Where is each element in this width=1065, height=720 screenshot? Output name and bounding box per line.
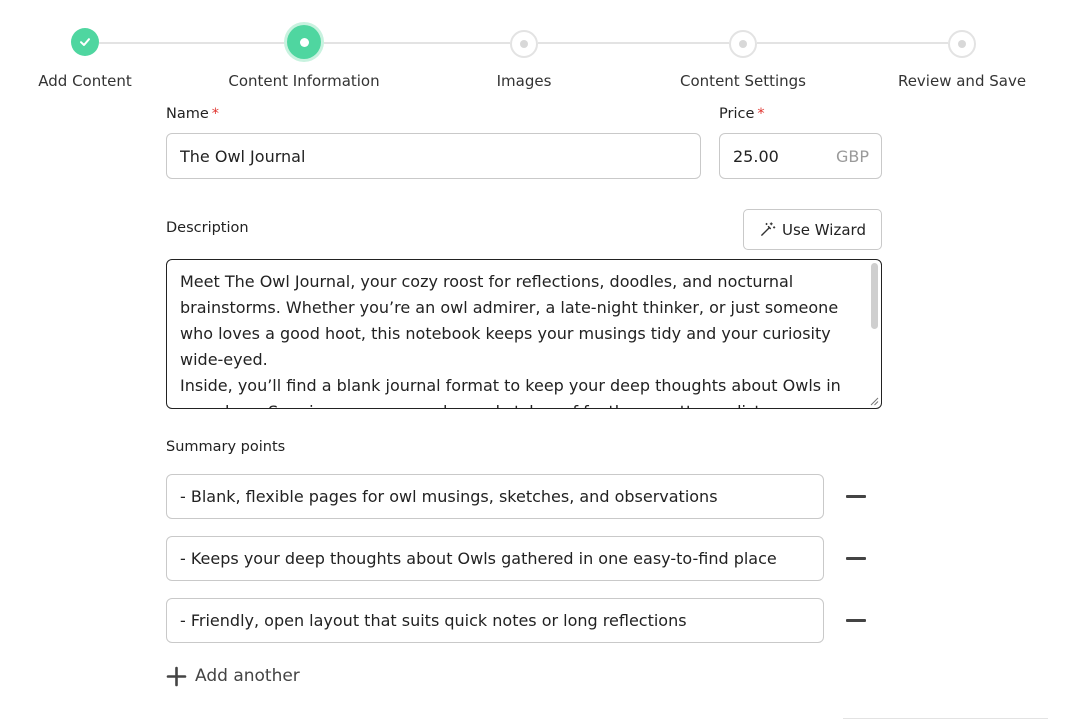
name-input[interactable]: [167, 134, 700, 178]
magic-wand-icon: [761, 222, 776, 236]
remove-summary-point-button[interactable]: [844, 484, 868, 508]
add-another-label: Add another: [195, 666, 300, 686]
step-add-content-check-icon[interactable]: [71, 28, 99, 56]
required-asterisk: *: [757, 106, 765, 122]
required-asterisk: *: [211, 106, 220, 122]
minus-icon: [846, 494, 866, 498]
step-label-content-information[interactable]: Content Information: [228, 72, 379, 90]
description-text[interactable]: Meet The Owl Journal, your cozy roost fo…: [167, 260, 881, 408]
stepper-connector: [538, 42, 729, 44]
stepper-connector: [99, 42, 287, 44]
use-wizard-button[interactable]: Use Wizard: [743, 209, 882, 250]
step-label-add-content[interactable]: Add Content: [38, 72, 131, 90]
remove-summary-point-button[interactable]: [844, 608, 868, 632]
summary-point-input-2[interactable]: [167, 537, 823, 580]
minus-icon: [846, 618, 866, 622]
add-another-button[interactable]: Add another: [166, 662, 300, 690]
price-input[interactable]: [720, 134, 836, 178]
step-label-review-save[interactable]: Review and Save: [898, 72, 1026, 90]
description-label: Description: [166, 220, 249, 236]
progress-stepper: Add Content Content Information Images C…: [0, 0, 1065, 100]
summary-point-input-1[interactable]: [167, 475, 823, 518]
description-textarea[interactable]: Meet The Owl Journal, your cozy roost fo…: [166, 259, 882, 409]
summary-point-input-3[interactable]: [167, 599, 823, 642]
price-field-box: GBP: [719, 133, 882, 179]
stepper-connector: [757, 42, 948, 44]
name-label-text: Name: [166, 106, 209, 122]
footer-divider: [843, 718, 1048, 719]
summary-point-field: [166, 474, 824, 519]
step-label-content-settings[interactable]: Content Settings: [680, 72, 806, 90]
use-wizard-label: Use Wizard: [782, 220, 866, 239]
price-label-text: Price: [719, 106, 755, 122]
scroll-thumb[interactable]: [871, 263, 878, 329]
step-review-save-dot-icon[interactable]: [948, 30, 976, 58]
name-field-box: [166, 133, 701, 179]
remove-summary-point-button[interactable]: [844, 546, 868, 570]
step-label-images[interactable]: Images: [497, 72, 552, 90]
currency-suffix: GBP: [835, 146, 869, 166]
description-scrollbar[interactable]: [871, 263, 878, 403]
name-label: Name *: [166, 106, 219, 122]
step-content-settings-dot-icon[interactable]: [729, 30, 757, 58]
price-label: Price *: [719, 106, 765, 122]
step-content-information-current-icon[interactable]: [287, 25, 321, 59]
step-images-dot-icon[interactable]: [510, 30, 538, 58]
stepper-connector: [321, 42, 510, 44]
summary-point-field: [166, 598, 824, 643]
minus-icon: [846, 556, 866, 560]
resize-handle-icon[interactable]: [869, 396, 879, 406]
summary-point-field: [166, 536, 824, 581]
plus-icon: [166, 666, 187, 686]
summary-points-label: Summary points: [166, 439, 286, 455]
